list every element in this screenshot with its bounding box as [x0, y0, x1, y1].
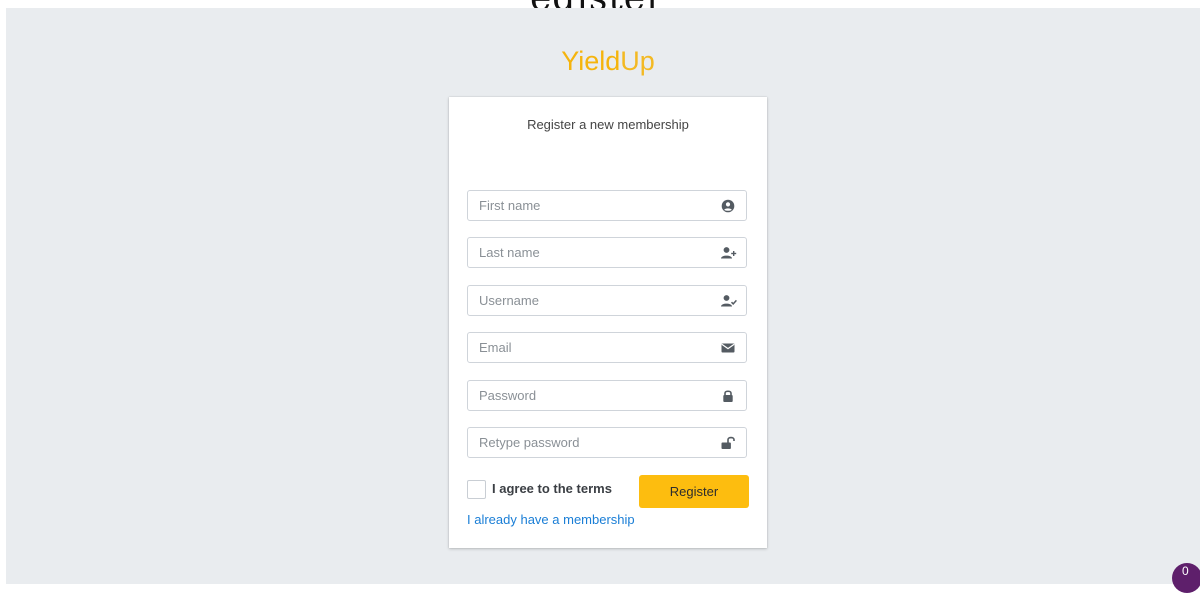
already-member-link[interactable]: I already have a membership	[467, 512, 635, 527]
user-check-icon	[720, 293, 737, 309]
password-input[interactable]	[468, 381, 719, 410]
password-field	[467, 380, 747, 411]
first-name-field	[467, 190, 747, 221]
retype-password-input[interactable]	[468, 428, 719, 457]
email-field	[467, 332, 747, 363]
user-plus-icon	[720, 245, 737, 261]
notification-count-badge[interactable]: 0	[1172, 563, 1200, 593]
last-name-field	[467, 237, 747, 268]
cut-off-heading-text: egister	[530, 0, 664, 8]
username-field	[467, 285, 747, 316]
first-name-input[interactable]	[468, 191, 719, 220]
envelope-icon	[720, 340, 736, 356]
email-input[interactable]	[468, 333, 719, 362]
brand-name-light: Up	[620, 46, 655, 76]
register-card: Register a new membership First name Las…	[449, 97, 767, 548]
user-circle-icon	[720, 198, 736, 214]
username-input[interactable]	[468, 286, 719, 315]
lock-icon	[720, 388, 736, 404]
notification-count: 0	[1182, 564, 1189, 578]
last-name-input[interactable]	[468, 238, 719, 267]
brand-name-strong: Yield	[561, 46, 621, 76]
retype-password-field	[467, 427, 747, 458]
register-box-message: Register a new membership	[527, 117, 689, 132]
agree-terms-checkbox[interactable]	[467, 480, 486, 499]
brand-logo[interactable]: YieldUp	[0, 46, 1200, 77]
top-cut-heading: egister	[0, 0, 1200, 8]
unlock-icon	[720, 435, 736, 451]
register-button[interactable]: Register	[639, 475, 749, 508]
agree-terms-label[interactable]: I agree to the terms	[492, 481, 612, 496]
